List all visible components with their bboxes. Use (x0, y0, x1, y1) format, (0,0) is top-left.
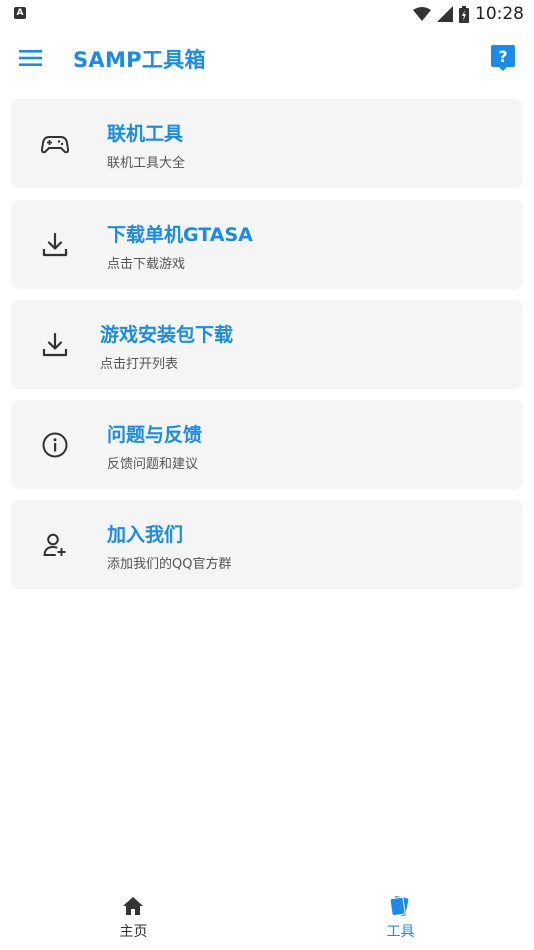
gamepad-icon (41, 136, 69, 154)
card-download-gtasa[interactable]: 下载单机GTASA 点击下载游戏 (11, 200, 523, 289)
card-title: 加入我们 (107, 524, 184, 546)
nav-item-home[interactable]: 主页 (0, 884, 267, 950)
card-subtitle: 点击打开列表 (100, 357, 179, 372)
menu-icon (19, 50, 42, 66)
card-feedback[interactable]: 问题与反馈 反馈问题和建议 (11, 400, 523, 489)
card-join-us[interactable]: 加入我们 添加我们的QQ官方群 (11, 500, 523, 589)
signal-icon (437, 6, 453, 22)
help-icon: ? (491, 45, 515, 71)
svg-text:?: ? (498, 47, 507, 66)
card-title: 联机工具 (107, 123, 184, 145)
status-bar: A 10:28 (0, 0, 534, 28)
card-subtitle: 反馈问题和建议 (107, 457, 199, 472)
nav-item-tools[interactable]: 工具 (267, 884, 534, 950)
battery-icon (459, 5, 469, 23)
help-button[interactable]: ? (490, 44, 516, 72)
nav-label: 工具 (386, 924, 415, 940)
download-icon (42, 332, 68, 357)
card-title: 游戏安装包下载 (100, 324, 234, 346)
notification-icon: A (14, 7, 26, 19)
home-icon (123, 897, 143, 915)
card-subtitle: 联机工具大全 (107, 156, 186, 171)
card-install-package-download[interactable]: 游戏安装包下载 点击打开列表 (11, 300, 523, 389)
download-icon (42, 232, 68, 257)
status-time: 10:28 (475, 4, 524, 24)
card-subtitle: 添加我们的QQ官方群 (107, 557, 232, 572)
wifi-icon (413, 7, 431, 21)
card-online-tools[interactable]: 联机工具 联机工具大全 (11, 99, 523, 188)
app-bar: SAMP工具箱 ? (0, 28, 534, 88)
info-icon (42, 432, 68, 458)
card-title: 下载单机GTASA (107, 224, 253, 246)
status-icons: 10:28 (413, 3, 524, 25)
nav-label: 主页 (119, 924, 148, 940)
menu-button[interactable] (18, 46, 44, 70)
tools-icon (389, 896, 409, 916)
person-add-icon (43, 533, 66, 556)
card-subtitle: 点击下载游戏 (107, 257, 186, 272)
app-title: SAMP工具箱 (73, 48, 206, 72)
bottom-navigation: 主页 工具 (0, 884, 534, 950)
card-title: 问题与反馈 (107, 424, 203, 446)
